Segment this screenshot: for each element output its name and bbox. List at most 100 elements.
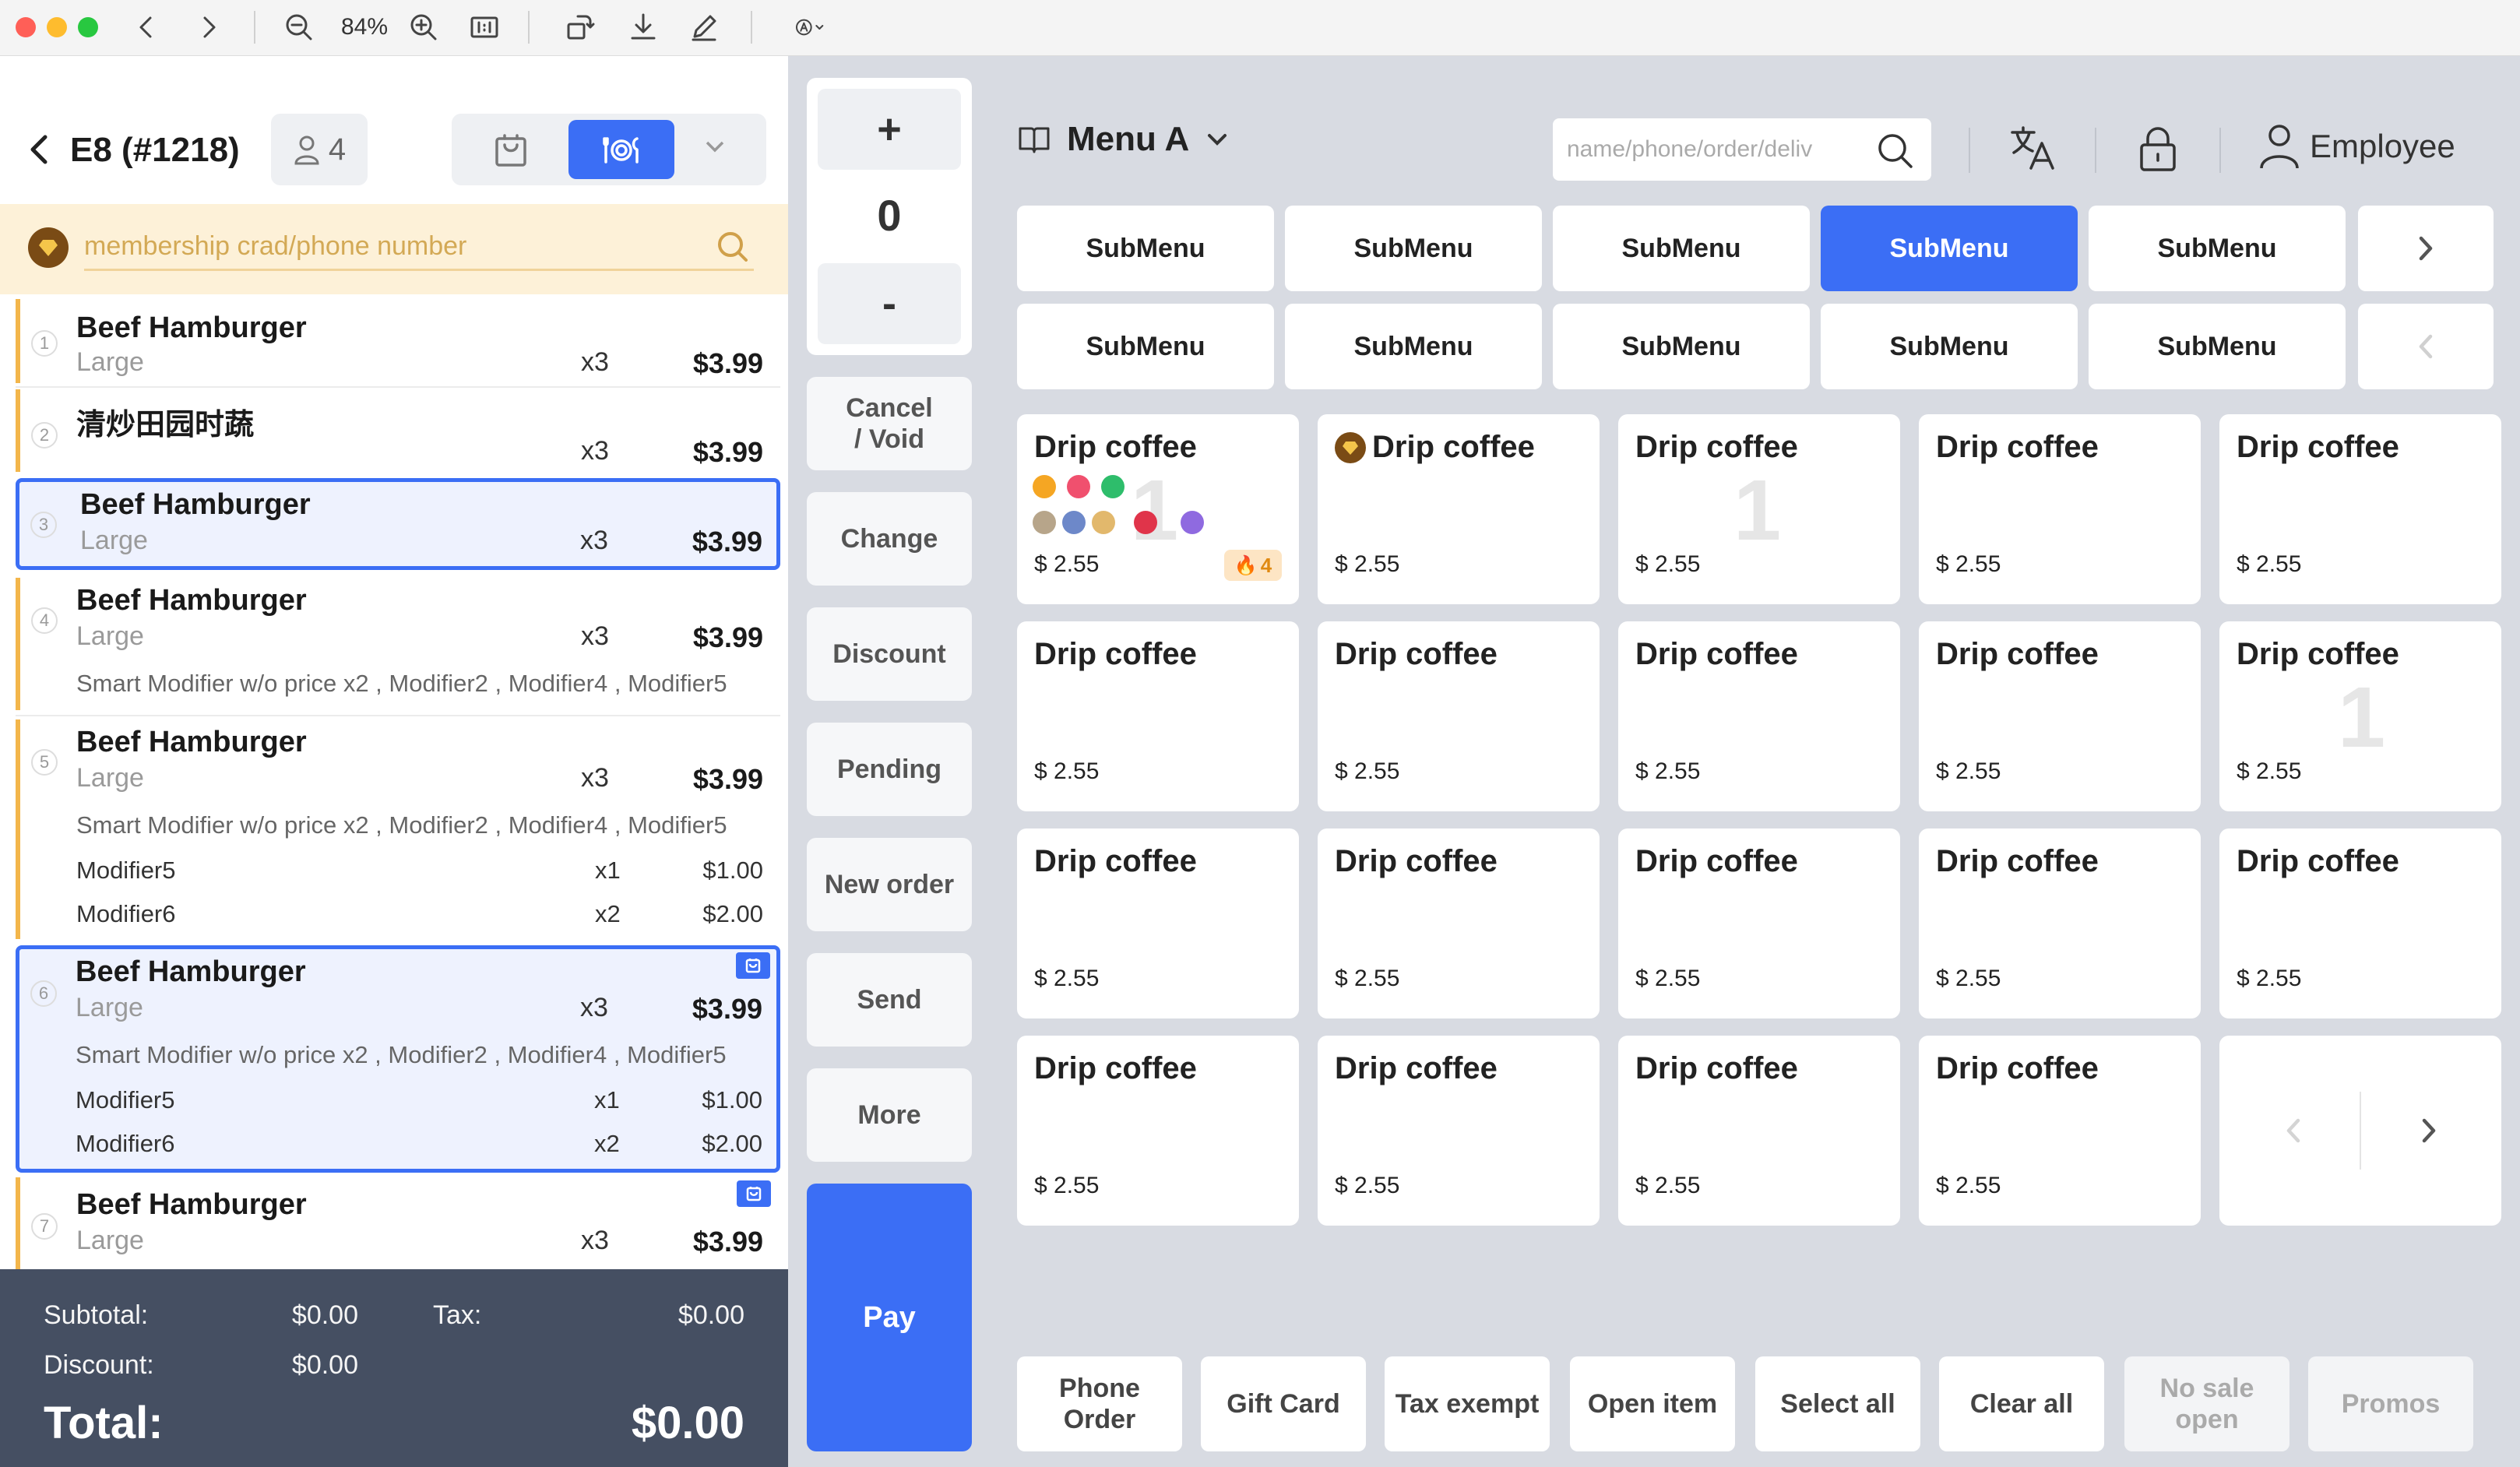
lock-icon[interactable] <box>2132 123 2184 174</box>
submenu-tab[interactable]: SubMenu <box>1553 206 1810 291</box>
menu-item-card[interactable]: 1 Drip coffee $ 2.55 🔥 4 <box>1017 414 1299 604</box>
submenu-tab[interactable]: SubMenu <box>1285 304 1542 389</box>
new-order-button[interactable]: New order <box>807 838 972 931</box>
open-item-button[interactable]: Open item <box>1570 1356 1735 1451</box>
order-item[interactable]: 7 Beef Hamburger Large x3 $3.99 <box>16 1177 780 1269</box>
submenu-tab-active[interactable]: SubMenu <box>1821 206 2078 291</box>
stock-badge: 🔥 4 <box>1224 550 1282 581</box>
menu-item-card[interactable]: Drip coffee $ 2.55 <box>1618 828 1900 1018</box>
select-all-button[interactable]: Select all <box>1755 1356 1920 1451</box>
menu-selector[interactable]: Menu A <box>1017 120 1230 159</box>
submenu-tab[interactable]: SubMenu <box>1017 304 1274 389</box>
dine-in-mode-button[interactable] <box>568 120 674 179</box>
no-sale-open-button[interactable]: No sale open <box>2124 1356 2289 1451</box>
order-item[interactable]: 1 Beef Hamburger Large x3 $3.99 <box>16 299 780 383</box>
zoom-out-icon[interactable] <box>282 8 316 47</box>
order-item-selected[interactable]: 6 Beef Hamburger Large x3 $3.99 Smart Mo… <box>16 945 780 1173</box>
menu-item-price: $ 2.55 <box>1936 1173 2001 1198</box>
zoom-in-icon[interactable] <box>407 8 441 47</box>
menu-search-input[interactable] <box>1567 126 1871 173</box>
order-item-selected[interactable]: 3 Beef Hamburger Large x3 $3.99 <box>16 478 780 570</box>
quantity-increase-button[interactable]: + <box>818 89 961 170</box>
menu-item-card[interactable]: Drip coffee $ 2.55 <box>2219 828 2501 1018</box>
change-button[interactable]: Change <box>807 492 972 586</box>
markup-pen-icon[interactable] <box>687 8 721 47</box>
back-icon[interactable] <box>30 134 48 165</box>
menu-item-card[interactable]: Drip coffee $ 2.55 <box>1919 414 2201 604</box>
cancel-void-button[interactable]: Cancel / Void <box>807 377 972 470</box>
search-icon[interactable] <box>1874 129 1916 171</box>
items-prev-page-button[interactable] <box>2269 1107 2316 1154</box>
sent-flag-icon <box>737 1180 771 1207</box>
menu-item-card[interactable]: Drip coffee $ 2.55 <box>1017 1036 1299 1226</box>
translate-icon[interactable] <box>2008 123 2059 174</box>
order-item-name: Beef Hamburger <box>76 726 307 758</box>
submenu-tab[interactable]: SubMenu <box>1553 304 1810 389</box>
accessibility-menu-icon[interactable] <box>783 8 835 47</box>
order-item-index: 4 <box>31 607 58 634</box>
menu-item-card[interactable]: Drip coffee $ 2.55 <box>1318 1036 1600 1226</box>
menu-item-card[interactable]: Drip coffee $ 2.55 <box>1318 828 1600 1018</box>
send-button[interactable]: Send <box>807 953 972 1047</box>
tag-icon <box>1092 511 1115 534</box>
items-next-page-button[interactable] <box>2405 1107 2451 1154</box>
menu-item-card[interactable]: Drip coffee $ 2.55 <box>1919 828 2201 1018</box>
menu-item-card[interactable]: 1 Drip coffee $ 2.55 <box>1618 414 1900 604</box>
order-item[interactable]: 4 Beef Hamburger Large x3 $3.99 Smart Mo… <box>16 578 780 710</box>
order-item[interactable]: 2 清炒田园时蔬 x3 $3.99 <box>16 389 780 472</box>
actual-size-icon[interactable] <box>467 8 502 47</box>
tag-icon <box>1101 475 1124 498</box>
submenu-tab[interactable]: SubMenu <box>1017 206 1274 291</box>
quantity-decrease-button[interactable]: - <box>818 263 961 344</box>
submenu-next-button[interactable] <box>2358 206 2494 291</box>
pay-button[interactable]: Pay <box>807 1184 972 1451</box>
tag-icon <box>1033 511 1056 534</box>
promos-button[interactable]: Promos <box>2308 1356 2473 1451</box>
more-button[interactable]: More <box>807 1068 972 1162</box>
download-icon[interactable] <box>626 8 660 47</box>
menu-item-card[interactable]: Drip coffee $ 2.55 <box>2219 414 2501 604</box>
close-window-button[interactable] <box>16 17 36 37</box>
chevron-left-icon <box>2286 1118 2300 1143</box>
employee-button[interactable]: Employee <box>2258 123 2455 170</box>
menu-item-card[interactable]: Drip coffee $ 2.55 <box>1318 414 1600 604</box>
back-nav-icon[interactable] <box>131 8 162 47</box>
quantity-value: 0 <box>877 191 902 240</box>
menu-item-card[interactable]: 1 Drip coffee $ 2.55 <box>2219 621 2501 811</box>
membership-search-input[interactable] <box>84 224 754 271</box>
guest-count-button[interactable]: 4 <box>271 114 368 185</box>
pending-button[interactable]: Pending <box>807 723 972 816</box>
rotate-icon[interactable] <box>562 8 597 47</box>
menu-item-card[interactable]: Drip coffee $ 2.55 <box>1017 828 1299 1018</box>
submenu-tab[interactable]: SubMenu <box>2089 304 2346 389</box>
menu-item-card[interactable]: Drip coffee $ 2.55 <box>1017 621 1299 811</box>
phone-order-label-line1: Phone <box>1059 1374 1140 1403</box>
order-panel: E8 (#1218) 4 1 Beef Ham <box>0 56 788 1467</box>
discount-button[interactable]: Discount <box>807 607 972 701</box>
menu-item-card[interactable]: Drip coffee $ 2.55 <box>1919 1036 2201 1226</box>
menu-item-card[interactable]: Drip coffee $ 2.55 <box>1618 621 1900 811</box>
order-item-extra-price: $1.00 <box>702 1086 762 1113</box>
menu-item-card[interactable]: Drip coffee $ 2.55 <box>1919 621 2201 811</box>
menu-item-card[interactable]: Drip coffee $ 2.55 <box>1618 1036 1900 1226</box>
membership-search-icon[interactable] <box>713 227 751 265</box>
submenu-tab[interactable]: SubMenu <box>1821 304 2078 389</box>
order-item-price: $3.99 <box>692 993 762 1025</box>
minimize-window-button[interactable] <box>47 17 67 37</box>
menu-item-name: Drip coffee <box>1635 637 1798 671</box>
submenu-tab[interactable]: SubMenu <box>1285 206 1542 291</box>
submenu-tab[interactable]: SubMenu <box>2089 206 2346 291</box>
forward-nav-icon[interactable] <box>193 8 224 47</box>
menu-item-card[interactable]: Drip coffee $ 2.55 <box>1318 621 1600 811</box>
phone-order-button[interactable]: Phone Order <box>1017 1356 1182 1451</box>
no-sale-label-line2: open <box>2175 1405 2239 1434</box>
clear-all-button[interactable]: Clear all <box>1939 1356 2104 1451</box>
maximize-window-button[interactable] <box>78 17 98 37</box>
order-item[interactable]: 5 Beef Hamburger Large x3 $3.99 Smart Mo… <box>16 719 780 939</box>
mode-dropdown-chevron-icon[interactable] <box>702 134 734 165</box>
submenu-prev-button[interactable] <box>2358 304 2494 389</box>
order-item-name: Beef Hamburger <box>76 584 307 617</box>
gift-card-button[interactable]: Gift Card <box>1201 1356 1366 1451</box>
tax-exempt-button[interactable]: Tax exempt <box>1385 1356 1550 1451</box>
takeout-mode-button[interactable] <box>458 120 564 179</box>
